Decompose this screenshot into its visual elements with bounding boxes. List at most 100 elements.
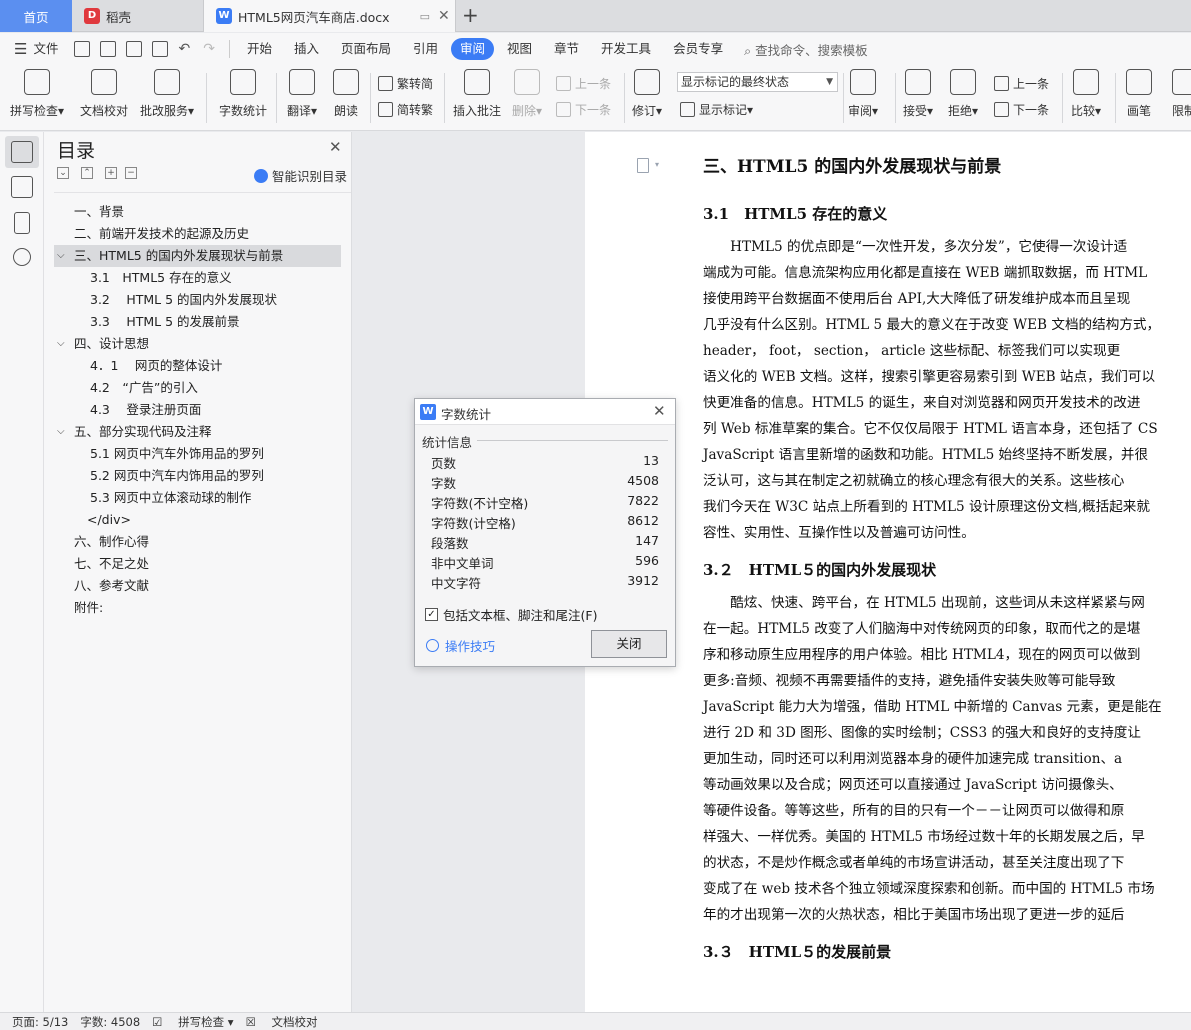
chevron-down-icon[interactable]: ⌵ <box>57 421 65 443</box>
hamburger-menu-icon[interactable]: ☰ <box>14 40 27 58</box>
compare-button[interactable]: 比较▾ <box>1071 69 1101 119</box>
dialog-titlebar[interactable]: W 字数统计 ✕ <box>415 399 675 425</box>
toc-item[interactable]: 4．1 网页的整体设计 <box>54 355 341 377</box>
review-pane-button[interactable]: 审阅▾ <box>848 69 878 119</box>
next-comment-button[interactable]: 下一条 <box>556 101 611 118</box>
print-icon[interactable] <box>126 41 143 57</box>
remove-heading-icon[interactable]: − <box>125 167 137 179</box>
translate-button[interactable]: 翻译▾ <box>287 69 317 119</box>
search-nav-icon[interactable] <box>13 248 31 266</box>
outline-nav-icon[interactable] <box>11 141 33 163</box>
toc-item[interactable]: </div> <box>54 509 341 531</box>
prev-change-button[interactable]: 上一条 <box>994 75 1049 92</box>
prev-comment-button[interactable]: 上一条 <box>556 75 611 92</box>
smart-toc-button[interactable]: 智能识别目录 <box>254 166 347 185</box>
spellcheck-button[interactable]: 拼写检查▾ <box>10 69 64 119</box>
chapter-nav-icon[interactable] <box>11 176 33 198</box>
menu-review[interactable]: 审阅 <box>451 38 495 60</box>
word-count-indicator[interactable]: 字数: 4508 <box>80 1014 140 1030</box>
next-change-button[interactable]: 下一条 <box>994 101 1049 118</box>
toc-item[interactable]: 一、背景 <box>54 201 341 223</box>
menu-home[interactable]: 开始 <box>236 38 283 60</box>
insert-comment-button[interactable]: 插入批注 <box>453 69 501 119</box>
tab-close-icon[interactable]: ✕ <box>438 8 450 24</box>
compare-label: 比较 <box>1071 104 1096 118</box>
track-mode-select[interactable]: 显示标记的最终状态 ▼ <box>677 72 838 92</box>
include-textbox-checkbox[interactable]: ✓ 包括文本框、脚注和尾注(F) <box>425 605 597 624</box>
tab-home[interactable]: 首页 <box>0 0 72 32</box>
toc-item[interactable]: 八、参考文献 <box>54 575 341 597</box>
tab-monitor-icon[interactable]: ▭ <box>420 10 430 23</box>
tab-document[interactable]: W HTML5网页汽车商店.docx ▭ ✕ <box>203 0 456 32</box>
toc-item[interactable]: 六、制作心得 <box>54 531 341 553</box>
menu-file[interactable]: 文件 <box>27 38 69 60</box>
toc-item[interactable]: 4.3 登录注册页面 <box>54 399 341 421</box>
toc-item-label: 八、参考文献 <box>74 578 150 593</box>
read-aloud-button[interactable]: 朗读 <box>333 69 359 119</box>
menu-references[interactable]: 引用 <box>402 38 449 60</box>
toc-item[interactable]: ⌵ 三、HTML5 的国内外发展现状与前景 <box>54 245 341 267</box>
spellcheck-status[interactable]: ☑ 拼写检查 ▾ <box>152 1014 233 1030</box>
toc-item[interactable]: 5.1 网页中汽车外饰用品的罗列 <box>54 443 341 465</box>
proofread-status[interactable]: ☒ 文档校对 <box>246 1014 318 1030</box>
track-mode-value: 显示标记的最终状态 <box>681 75 790 89</box>
command-search[interactable]: ⌕ 查找命令、搜索模板 <box>744 40 868 59</box>
toc-item[interactable]: ⌵ 五、部分实现代码及注释 <box>54 421 341 443</box>
doccheck-button[interactable]: 文档校对 <box>80 69 128 119</box>
redo-icon[interactable]: ↷ <box>203 41 215 57</box>
trad-to-simp-button[interactable]: 繁转简 <box>378 75 433 92</box>
menu-section[interactable]: 章节 <box>543 38 590 60</box>
toc-item[interactable]: 3.2 HTML 5 的国内外发展现状 <box>54 289 341 311</box>
toc-item[interactable]: 附件: <box>54 597 341 619</box>
paragraph-menu-chevron-icon[interactable]: ▾ <box>655 160 659 169</box>
dialog-close-button[interactable]: 关闭 <box>591 630 667 658</box>
toc-item[interactable]: 七、不足之处 <box>54 553 341 575</box>
bookmark-icon[interactable] <box>14 212 30 234</box>
menu-member[interactable]: 会员专享 <box>662 38 734 60</box>
toc-item[interactable]: 5.3 网页中立体滚动球的制作 <box>54 487 341 509</box>
toc-item[interactable]: 5.2 网页中汽车内饰用品的罗列 <box>54 465 341 487</box>
reject-button[interactable]: 拒绝▾ <box>948 69 978 119</box>
add-heading-icon[interactable]: + <box>105 167 117 179</box>
menu-page-layout[interactable]: 页面布局 <box>330 38 402 60</box>
toc-item[interactable]: 4.2 “广告”的引入 <box>54 377 341 399</box>
menu-insert[interactable]: 插入 <box>283 38 330 60</box>
chevron-down-icon[interactable]: ⌵ <box>57 333 65 355</box>
text-line: 样强大、一样优秀。美国的 HTML5 市场经过数十年的长期发展之后，早 <box>703 829 1145 845</box>
show-markup-button[interactable]: 显示标记 ▾ <box>680 101 753 118</box>
print-preview-icon[interactable] <box>152 41 169 57</box>
pen-button[interactable]: 画笔 <box>1126 69 1152 119</box>
outline-close-icon[interactable]: ✕ <box>329 138 342 156</box>
collapse-all-icon[interactable]: ⌄ <box>57 167 69 179</box>
toc-item[interactable]: 3.3 HTML 5 的发展前景 <box>54 311 341 333</box>
page-indicator[interactable]: 页面: 5/13 <box>12 1014 68 1030</box>
export-pdf-icon[interactable] <box>100 41 117 57</box>
new-tab-plus-icon[interactable]: + <box>462 5 482 25</box>
toc-item-label: 六、制作心得 <box>74 534 150 549</box>
menu-developer[interactable]: 开发工具 <box>590 38 662 60</box>
toc-item[interactable]: ⌵ 四、设计思想 <box>54 333 341 355</box>
restrict-button[interactable]: 限制 <box>1172 69 1191 119</box>
accept-button[interactable]: 接受▾ <box>903 69 933 119</box>
menu-view[interactable]: 视图 <box>496 38 543 60</box>
toc-item[interactable]: 二、前端开发技术的起源及历史 <box>54 223 341 245</box>
chevron-down-icon[interactable]: ⌵ <box>57 245 65 267</box>
proofread-status-label: 文档校对 <box>271 1014 318 1029</box>
review-service-button[interactable]: 批改服务▾ <box>140 69 194 119</box>
toc-item-label: 3.3 HTML 5 的发展前景 <box>90 314 240 329</box>
wordcount-button[interactable]: 字数统计 <box>219 69 267 119</box>
review-pane-icon <box>850 69 877 95</box>
delete-comment-button[interactable]: 删除▾ <box>512 69 542 119</box>
dialog-close-icon[interactable]: ✕ <box>653 402 666 420</box>
tab-doke[interactable]: D 稻壳 <box>74 0 196 32</box>
expand-all-icon[interactable]: ⌃ <box>81 167 93 179</box>
checkbox-checked-icon: ✓ <box>425 608 438 621</box>
track-changes-button[interactable]: 修订▾ <box>632 69 662 119</box>
tips-link[interactable]: 操作技巧 <box>426 636 495 655</box>
toc-item[interactable]: 3.1 HTML5 存在的意义 <box>54 267 341 289</box>
simp-to-trad-button[interactable]: 简转繁 <box>378 101 433 118</box>
paragraph-menu-icon[interactable] <box>637 158 649 173</box>
stat-value: 3912 <box>627 573 659 588</box>
save-icon[interactable] <box>74 41 91 57</box>
undo-icon[interactable]: ↶ <box>178 41 190 57</box>
